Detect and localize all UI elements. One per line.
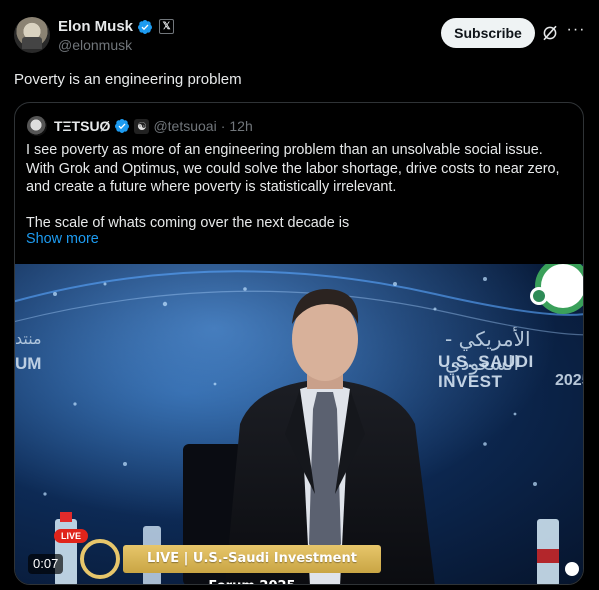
live-badge: LIVE [54,529,88,543]
quoted-tweet-time[interactable]: 12h [229,118,252,134]
show-more-link[interactable]: Show more [26,231,99,247]
author-name-row: Elon Musk 𝕏 [58,18,175,35]
affiliate-logo-icon: ☯ [134,118,150,134]
event-banner: LIVE | U.S.-Saudi Investment Forum 2025 [123,545,381,584]
backdrop-left-english-text: UM [15,354,42,373]
author-handle[interactable]: @elonmusk [58,37,132,53]
backdrop-year-text: 2025 [555,372,583,389]
quoted-tweet-body: I see poverty as more of an engineering … [26,141,574,232]
quoted-author-avatar[interactable] [27,116,47,136]
subscribe-button[interactable]: Subscribe [441,18,535,48]
x-affiliate-badge-icon: 𝕏 [159,19,175,34]
video-timestamp: 0:07 [28,554,64,574]
verified-icon [115,119,130,133]
separator-dot: · [220,118,226,134]
quoted-tweet-paragraph-2: The scale of whats coming over the next … [26,214,350,231]
tweet-header: Elon Musk 𝕏 @elonmusk Subscribe ··· [14,14,585,58]
video-frame-illustration [15,264,583,584]
backdrop-left-arabic-text: منتد [15,329,42,348]
quoted-tweet-paragraph-1: I see poverty as more of an engineering … [26,142,560,195]
verified-icon [138,19,153,34]
author-name[interactable]: Elon Musk [58,18,133,35]
mute-icon[interactable] [565,562,579,576]
grok-icon[interactable] [541,24,559,42]
quoted-tweet[interactable]: TΞTSUØ ☯ @tetsuoai · 12h I see poverty a… [14,102,584,585]
video-player[interactable]: الأمريكي - السعودي U.S. SAUDI INVEST 202… [15,264,583,584]
author-avatar[interactable] [14,17,50,53]
quoted-author-handle[interactable]: @tetsuoai [153,118,216,134]
quoted-tweet-header: TΞTSUØ ☯ @tetsuoai · 12h [27,116,253,136]
more-icon[interactable]: ··· [566,22,586,42]
quoted-author-name[interactable]: TΞTSUØ [54,118,110,134]
tweet-text: Poverty is an engineering problem [14,71,242,88]
